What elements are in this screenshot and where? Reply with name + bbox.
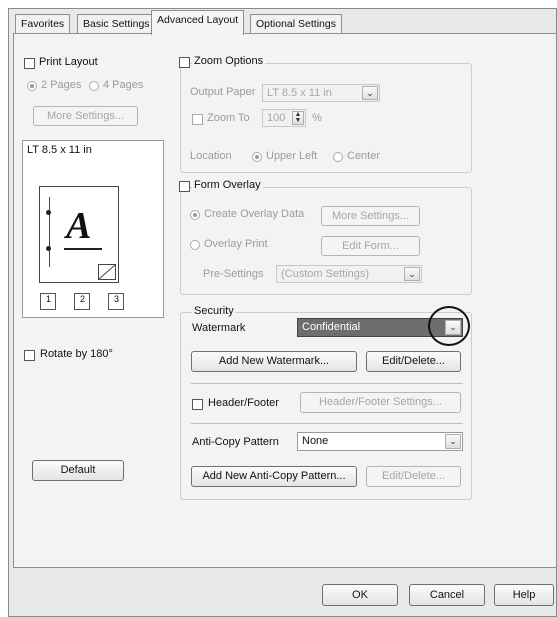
separator [191, 423, 463, 424]
binding-line [49, 197, 50, 267]
ok-button[interactable]: OK [322, 584, 398, 606]
edit-form-button[interactable]: Edit Form... [321, 236, 420, 256]
center-label: Center [347, 150, 381, 162]
preview-letter: A [66, 205, 92, 247]
preview-corner-box [98, 264, 116, 280]
create-overlay-radio[interactable] [190, 210, 200, 220]
overlay-print-label: Overlay Print [204, 238, 268, 250]
page-order-icon: 1 [40, 293, 56, 310]
header-footer-checkbox[interactable] [192, 399, 203, 410]
upper-left-label: Upper Left [266, 150, 318, 162]
tab-optional-settings[interactable]: Optional Settings [250, 14, 342, 34]
page-number: 1 [46, 294, 52, 304]
cancel-button[interactable]: Cancel [409, 584, 485, 606]
print-layout-label: Print Layout [39, 56, 98, 68]
zoom-options-checkbox[interactable] [179, 57, 190, 68]
overlay-print-radio[interactable] [190, 240, 200, 250]
anti-copy-edit-delete-button[interactable]: Edit/Delete... [366, 466, 461, 487]
watermark-label: Watermark [192, 322, 246, 334]
chevron-down-icon: ⌄ [445, 434, 461, 449]
page-order-icon: 3 [108, 293, 124, 310]
add-new-watermark-button[interactable]: Add New Watermark... [191, 351, 357, 372]
four-pages-label: 4 Pages [103, 79, 144, 91]
print-layout-checkbox[interactable] [24, 58, 35, 69]
two-pages-label: 2 Pages [41, 79, 82, 91]
chevron-down-icon: ⌄ [404, 267, 420, 281]
location-label: Location [190, 150, 232, 162]
spinner-arrows-icon: ▲ ▼ [292, 111, 304, 125]
preview-paper-label: LT 8.5 x 11 in [27, 144, 92, 156]
anti-copy-label: Anti-Copy Pattern [192, 436, 279, 448]
header-footer-settings-button[interactable]: Header/Footer Settings... [300, 392, 461, 413]
page-number: 2 [80, 294, 86, 304]
output-paper-label: Output Paper [190, 86, 256, 98]
watermark-edit-delete-button[interactable]: Edit/Delete... [366, 351, 461, 372]
print-layout-more-settings-button[interactable]: More Settings... [33, 106, 138, 126]
anti-copy-value: None [302, 435, 329, 447]
four-pages-radio[interactable] [89, 81, 99, 91]
punch-hole-top [46, 210, 51, 215]
zoom-options-label: Zoom Options [192, 55, 266, 67]
zoom-to-checkbox[interactable] [192, 114, 203, 125]
zoom-to-value: 100 [267, 112, 286, 124]
rotate-180-label: Rotate by 180° [40, 348, 113, 360]
pre-settings-select[interactable]: (Custom Settings) ⌄ [276, 265, 422, 283]
tab-advanced-layout[interactable]: Advanced Layout [151, 10, 245, 35]
zoom-to-label: Zoom To [207, 112, 250, 124]
anti-copy-select[interactable]: None ⌄ [297, 432, 463, 451]
default-button[interactable]: Default [32, 460, 124, 481]
form-overlay-checkbox[interactable] [179, 181, 190, 192]
center-radio[interactable] [333, 152, 343, 162]
output-paper-value: LT 8.5 x 11 in [267, 87, 332, 99]
zoom-to-spinner[interactable]: 100 ▲ ▼ [262, 109, 306, 127]
overlay-more-settings-button[interactable]: More Settings... [321, 206, 420, 226]
add-new-anti-copy-pattern-button[interactable]: Add New Anti-Copy Pattern... [191, 466, 357, 487]
separator [191, 383, 463, 384]
security-label: Security [192, 305, 236, 317]
page-number: 3 [114, 294, 120, 304]
chevron-down-icon: ⌄ [362, 86, 378, 100]
punch-hole-bottom [46, 246, 51, 251]
form-overlay-label: Form Overlay [192, 179, 263, 191]
watermark-value: Confidential [302, 321, 361, 333]
percent-label: % [312, 112, 322, 124]
two-pages-radio[interactable] [27, 81, 37, 91]
page-order-icon: 2 [74, 293, 90, 310]
upper-left-radio[interactable] [252, 152, 262, 162]
pre-settings-value: (Custom Settings) [281, 268, 370, 280]
preview-underline [64, 248, 102, 250]
header-footer-label: Header/Footer [208, 397, 279, 409]
pre-settings-label: Pre-Settings [203, 268, 264, 280]
tab-basic-settings[interactable]: Basic Settings [77, 14, 156, 34]
rotate-180-checkbox[interactable] [24, 350, 35, 361]
help-button[interactable]: Help [494, 584, 554, 606]
tab-favorites[interactable]: Favorites [15, 14, 71, 34]
create-overlay-label: Create Overlay Data [204, 208, 305, 220]
highlight-circle [428, 306, 470, 346]
output-paper-select[interactable]: LT 8.5 x 11 in ⌄ [262, 84, 380, 102]
